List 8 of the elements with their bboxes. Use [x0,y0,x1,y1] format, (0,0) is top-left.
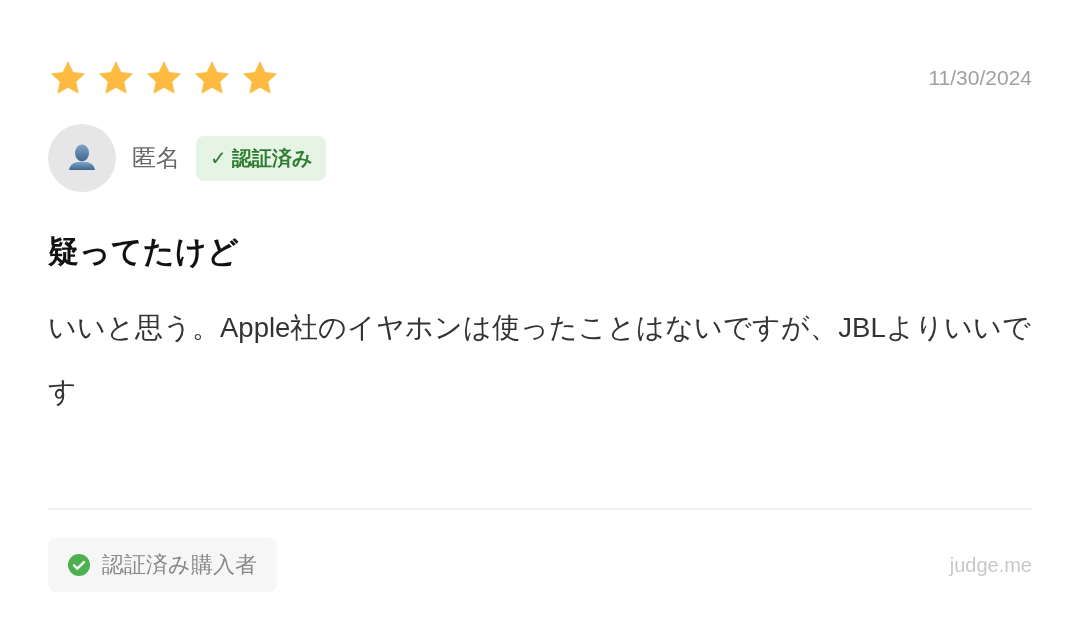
verified-buyer-label: 認証済み購入者 [102,551,257,579]
check-circle-icon [68,554,90,576]
review-date: 11/30/2024 [928,66,1032,90]
review-title: 疑ってたけど [48,233,240,271]
avatar-icon [48,124,116,192]
verified-badge: ✓ 認証済み [196,135,327,181]
author-name: 匿名 [132,143,180,173]
review-text: いいと思う。Apple社のイヤホンは使ったことはないですが、JBLよりいいです [48,311,1032,409]
